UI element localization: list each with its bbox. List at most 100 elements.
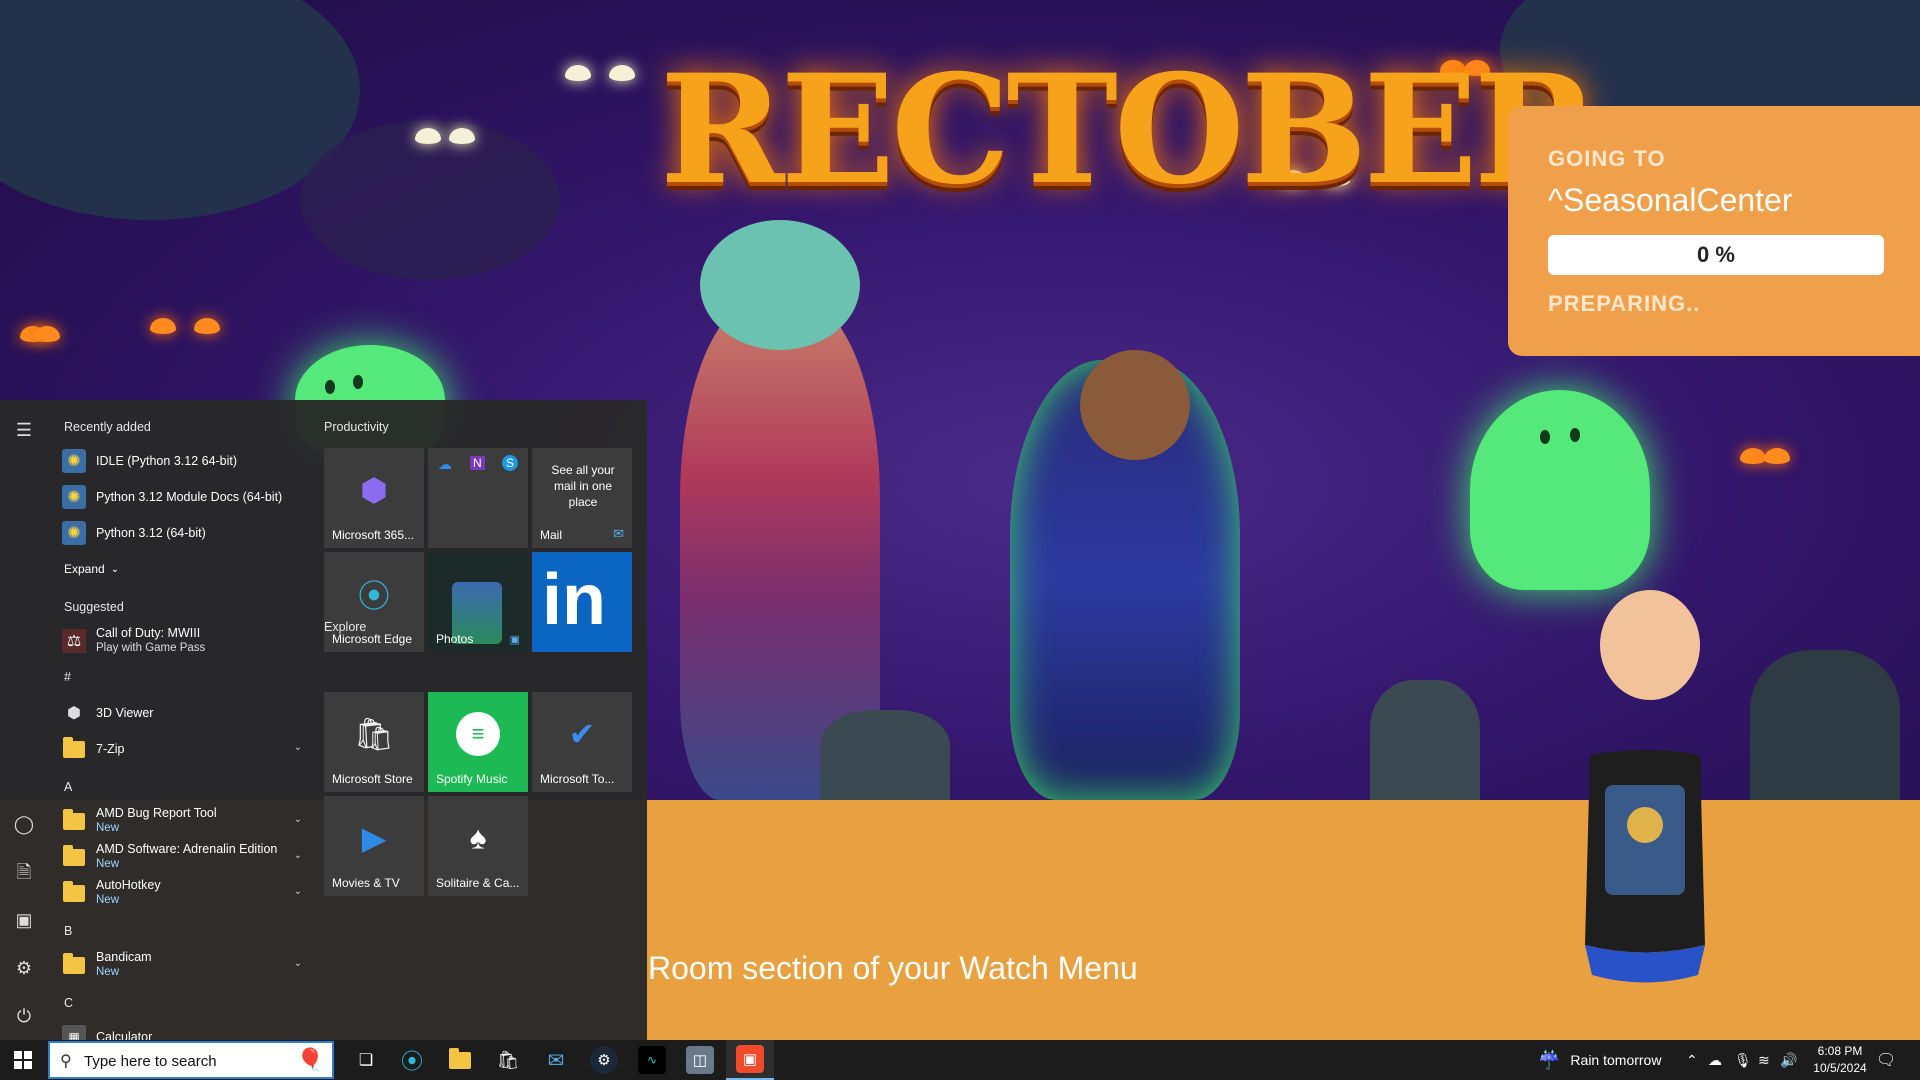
app-7zip[interactable]: 7-Zip ⌄ bbox=[62, 732, 302, 766]
skype-icon: S bbox=[502, 455, 518, 471]
folder-icon bbox=[62, 880, 86, 905]
start-rail: ☰ ◯ 🗎 ▣ ⚙ ⏻ bbox=[0, 400, 48, 1040]
progress-percent: 0 % bbox=[1697, 242, 1735, 267]
taskbar-rec-room[interactable]: ▣ bbox=[726, 1040, 774, 1080]
tile-microsoft-365[interactable]: ⬢ Microsoft 365... bbox=[324, 448, 424, 548]
tile-label: Microsoft 365... bbox=[332, 528, 415, 542]
taskbar-store[interactable]: 🛍 bbox=[486, 1040, 530, 1080]
devil-avatar-head bbox=[1600, 590, 1700, 700]
letter-header-hash[interactable]: # bbox=[64, 670, 71, 684]
chevron-down-icon[interactable]: ⌄ bbox=[294, 850, 302, 861]
mail-blurb: See all your mail in one place bbox=[551, 463, 615, 509]
expand-button[interactable]: Expand ⌄ bbox=[64, 552, 304, 586]
balloons-icon: 🎈 bbox=[296, 1047, 324, 1072]
suggested-subtitle: Play with Game Pass bbox=[96, 642, 206, 654]
taskbar-edge[interactable]: ⦿ bbox=[390, 1040, 434, 1080]
app-3d-viewer[interactable]: ⬢ 3D Viewer bbox=[62, 696, 302, 730]
notification-center-button[interactable]: 🗨 bbox=[1876, 1040, 1896, 1080]
microphone-tray[interactable]: 🎙 bbox=[1734, 1040, 1752, 1080]
user-account-icon[interactable]: ◯ bbox=[12, 812, 36, 836]
tile-microsoft-todo[interactable]: ✔ Microsoft To... bbox=[532, 692, 632, 792]
new-badge: New bbox=[96, 858, 120, 870]
letter-header-c[interactable]: C bbox=[64, 996, 73, 1010]
taskbar: ⚲ 🎈 ❏ ⦿ 🛍 ✉ ⚙ ∿ ◫ ▣ ☔ Rain tomorrow ⌃ ☁ … bbox=[0, 1040, 1920, 1080]
tile-linkedin[interactable]: in bbox=[532, 552, 632, 652]
app-python-docs[interactable]: ✺ Python 3.12 Module Docs (64-bit) bbox=[62, 480, 302, 514]
clock[interactable]: 6:08 PM 10/5/2024 bbox=[1808, 1040, 1872, 1080]
taskbar-file-explorer[interactable] bbox=[438, 1040, 482, 1080]
calculator-icon: ▦ bbox=[62, 1025, 86, 1040]
tile-microsoft-store[interactable]: 🛍 Microsoft Store bbox=[324, 692, 424, 792]
pictures-icon[interactable]: ▣ bbox=[12, 908, 36, 932]
taskbar-steam[interactable]: ⚙ bbox=[582, 1040, 626, 1080]
tile-microsoft-edge[interactable]: ⦿ Microsoft Edge bbox=[324, 552, 424, 652]
skeleton-avatar-head bbox=[1080, 350, 1190, 460]
taskbar-remote-app[interactable]: ◫ bbox=[678, 1040, 722, 1080]
call-of-duty-icon: ⚖ bbox=[62, 629, 86, 653]
start-button[interactable] bbox=[0, 1040, 46, 1080]
chevron-up-icon: ⌃ bbox=[1686, 1051, 1698, 1068]
rectober-title-art: RECTOBER bbox=[660, 42, 1598, 218]
tile-photos[interactable]: Photos ▣ bbox=[428, 552, 528, 652]
suggested-call-of-duty[interactable]: ⚖ Call of Duty: MWIII Play with Game Pass bbox=[62, 624, 302, 658]
glowing-eyes bbox=[565, 65, 635, 87]
tile-office-apps-folder[interactable]: ☁ N S bbox=[428, 448, 528, 548]
taskbar-search[interactable]: ⚲ 🎈 bbox=[48, 1041, 334, 1079]
taskbar-mail[interactable]: ✉ bbox=[534, 1040, 578, 1080]
banner-message: Room section of your Watch Menu bbox=[648, 950, 1138, 986]
folder-icon bbox=[62, 844, 86, 869]
loading-status: PREPARING.. bbox=[1548, 291, 1701, 316]
tile-spotify[interactable]: ≡ Spotify Music bbox=[428, 692, 528, 792]
tile-label: Mail bbox=[540, 528, 563, 542]
going-to-label: GOING TO bbox=[1548, 146, 1666, 171]
steam-icon: ⚙ bbox=[590, 1046, 618, 1074]
letter-header-b[interactable]: B bbox=[64, 924, 72, 938]
documents-icon[interactable]: 🗎 bbox=[12, 860, 36, 884]
recently-added-heading: Recently added bbox=[64, 420, 151, 434]
octopus-hat bbox=[700, 220, 860, 350]
app-idle[interactable]: ✺ IDLE (Python 3.12 64-bit) bbox=[62, 444, 302, 478]
app-calculator[interactable]: ▦ Calculator bbox=[62, 1020, 302, 1040]
spotify-icon: ≡ bbox=[456, 712, 500, 756]
start-menu: ☰ ◯ 🗎 ▣ ⚙ ⏻ Recently added ✺ IDLE (Pytho… bbox=[0, 400, 647, 1040]
weather-text: Rain tomorrow bbox=[1570, 1052, 1662, 1068]
app-label: Calculator bbox=[96, 1029, 153, 1041]
letter-header-a[interactable]: A bbox=[64, 780, 72, 794]
chevron-down-icon[interactable]: ⌄ bbox=[294, 886, 302, 897]
chevron-down-icon[interactable]: ⌄ bbox=[294, 814, 302, 825]
search-input[interactable] bbox=[84, 1049, 264, 1073]
settings-gear-icon[interactable]: ⚙ bbox=[12, 956, 36, 980]
chevron-down-icon[interactable]: ⌄ bbox=[294, 742, 302, 753]
group-productivity: Productivity bbox=[324, 420, 389, 434]
app-label: Python 3.12 Module Docs (64-bit) bbox=[96, 489, 283, 504]
destination-name: ^SeasonalCenter bbox=[1548, 182, 1793, 218]
weather-widget[interactable]: ☔ Rain tomorrow bbox=[1538, 1040, 1661, 1080]
app-label: AMD Software: Adrenalin Edition bbox=[96, 842, 278, 856]
volume-tray[interactable]: 🔊 bbox=[1780, 1040, 1797, 1080]
tile-label: Microsoft Edge bbox=[332, 632, 413, 646]
app-python[interactable]: ✺ Python 3.12 (64-bit) bbox=[62, 516, 302, 550]
tile-mail[interactable]: See all your mail in one place Mail ✉ bbox=[532, 448, 632, 548]
group-explore: Explore bbox=[324, 620, 367, 634]
app-amd-software[interactable]: AMD Software: Adrenalin Edition New ⌄ bbox=[62, 840, 302, 874]
task-view-button[interactable]: ❏ bbox=[344, 1040, 388, 1080]
gravestone bbox=[820, 710, 950, 800]
gravestone bbox=[1370, 680, 1480, 800]
onedrive-icon: ☁ bbox=[438, 456, 452, 472]
hamburger-menu-icon[interactable]: ☰ bbox=[12, 418, 36, 442]
search-icon: ⚲ bbox=[60, 1053, 72, 1070]
tile-movies-tv[interactable]: ▶ Movies & TV bbox=[324, 796, 424, 896]
app-autohotkey[interactable]: AutoHotkey New ⌄ bbox=[62, 876, 302, 910]
app-amd-bug-report[interactable]: AMD Bug Report Tool New ⌄ bbox=[62, 804, 302, 838]
onedrive-tray[interactable]: ☁ bbox=[1708, 1040, 1722, 1080]
show-hidden-icons-button[interactable]: ⌃ bbox=[1686, 1040, 1698, 1080]
taskbar-terminal-app[interactable]: ∿ bbox=[630, 1040, 674, 1080]
chevron-down-icon[interactable]: ⌄ bbox=[294, 958, 302, 969]
app-label: Bandicam bbox=[96, 950, 152, 964]
tile-solitaire[interactable]: ♠ Solitaire & Ca... bbox=[428, 796, 528, 896]
network-tray[interactable]: ≋ bbox=[1758, 1040, 1770, 1080]
tile-label: Spotify Music bbox=[436, 772, 508, 786]
app-bandicam[interactable]: Bandicam New ⌄ bbox=[62, 948, 302, 982]
power-icon[interactable]: ⏻ bbox=[12, 1004, 36, 1028]
checkmark-icon: ✔ bbox=[568, 716, 596, 752]
